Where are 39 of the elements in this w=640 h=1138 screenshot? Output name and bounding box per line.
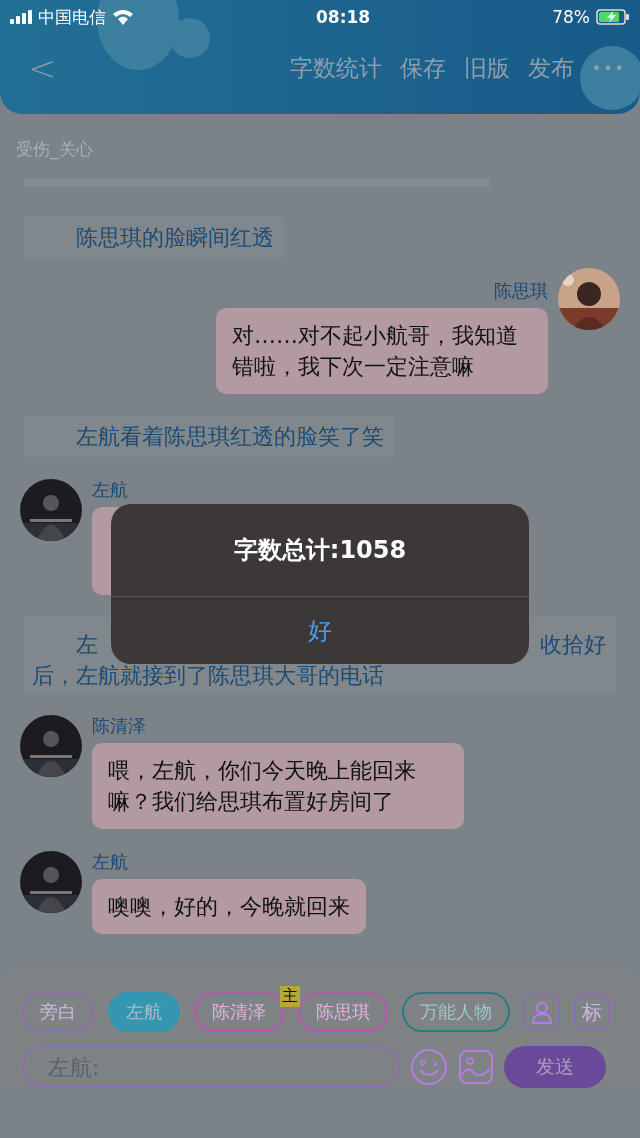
emoji-icon[interactable] — [410, 1048, 448, 1086]
more-button[interactable]: ••• — [591, 58, 626, 78]
header-action[interactable]: 字数统计 — [289, 52, 382, 84]
ok-button[interactable]: 好 — [111, 596, 529, 664]
battery-percent: 78% — [552, 7, 590, 27]
back-button[interactable]: < — [20, 48, 65, 88]
role-chip[interactable]: 左航 — [108, 992, 180, 1032]
image-icon[interactable] — [458, 1049, 494, 1085]
narration-block: 左航看着陈思琪红透的脸笑了笑 — [24, 416, 394, 457]
narration-text: 左 — [75, 631, 98, 659]
speaker-name: 陈清泽 — [92, 715, 147, 737]
role-chip[interactable]: 旁白 — [22, 992, 94, 1032]
person-icon — [529, 999, 555, 1025]
battery-charging-icon — [596, 9, 630, 25]
tag-button[interactable]: 标 — [574, 994, 610, 1030]
message-bubble: 对……对不起小航哥，我知道错啦，我下次一定注意嘛 — [216, 308, 548, 394]
speaker-name: 陈思琪 — [494, 280, 548, 302]
role-chip[interactable]: 陈清泽 — [194, 992, 284, 1032]
main-role-badge: 主 — [280, 986, 300, 1007]
header-action[interactable]: 保存 — [399, 52, 446, 84]
carrier-name: 中国电信 — [38, 5, 106, 29]
message-bubble: 噢噢，好的，今晚就回来 — [92, 879, 366, 934]
alert-title: 字数总计:1058 — [233, 535, 407, 566]
message-bubble: 喂，左航，你们今天晚上能回来嘛？我们给思琪布置好房间了 — [92, 743, 464, 829]
signal-icon — [10, 10, 32, 24]
narration-text: 后，左航就接到了陈思琪大哥的电话 — [32, 662, 385, 690]
role-chip[interactable]: 万能人物 — [402, 992, 510, 1032]
narration-block: 陈思琪的脸瞬间红透 — [24, 217, 284, 258]
decor-bubble — [580, 46, 640, 110]
speaker-name: 左航 — [92, 479, 129, 501]
header-action[interactable]: 旧版 — [463, 52, 510, 84]
speaker-name: 左航 — [92, 851, 129, 873]
character-button[interactable] — [524, 994, 560, 1030]
role-chip[interactable]: 陈思琪 — [298, 992, 388, 1032]
narration-text: 收拾好 — [540, 631, 606, 659]
send-button[interactable]: 发送 — [504, 1046, 606, 1088]
header-action[interactable]: 发布 — [527, 52, 574, 84]
wifi-icon — [112, 9, 134, 25]
clock-time: 08:18 — [316, 7, 371, 27]
